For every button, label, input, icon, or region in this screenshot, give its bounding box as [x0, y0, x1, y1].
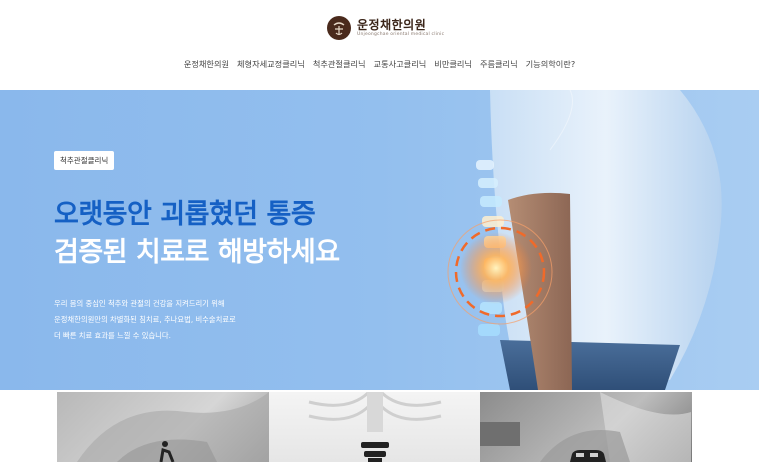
brand-logo[interactable]: 운정채한의원 Unjeongchae oriental medical clin…: [327, 16, 444, 40]
nav-item-accident[interactable]: 교통사고클리닉: [374, 58, 427, 70]
logo-mark-icon: [327, 16, 351, 40]
clinic-card[interactable]: [480, 392, 693, 462]
hero-title-line2: 검증된 치료로 해방하세요: [54, 237, 340, 268]
car-icon: [570, 450, 607, 462]
back-pain-illustration: [430, 90, 759, 390]
hero-desc-line: 더 빠른 치료 효과를 느낄 수 있습니다.: [54, 331, 171, 340]
nav-item-functional-medicine[interactable]: 기능의학이란?: [526, 58, 576, 70]
clinic-card[interactable]: [57, 392, 269, 462]
main-nav: 운정채한의원 체형자세교정클리닉 척추관절클리닉 교통사고클리닉 비만클리닉 주…: [0, 58, 759, 70]
nav-item-obesity[interactable]: 비만클리닉: [434, 58, 472, 70]
hero-description: 우리 몸의 중심인 척추와 관절의 건강을 지켜드리기 위해 운정채한의원만의 …: [54, 296, 236, 344]
nav-item-wrinkle[interactable]: 주름클리닉: [480, 58, 518, 70]
category-badge: 척추관절클리닉: [54, 151, 115, 170]
site-header: 운정채한의원 Unjeongchae oriental medical clin…: [0, 0, 759, 90]
hero-desc-line: 우리 몸의 중심인 척추와 관절의 건강을 지켜드리기 위해: [54, 299, 225, 308]
brand-subtitle: Unjeongchae oriental medical clinic: [357, 31, 445, 37]
brand-name: 운정채한의원: [357, 17, 427, 32]
nav-item-spine[interactable]: 척추관절클리닉: [313, 58, 366, 70]
hero-title-line1: 오랫동안 괴롭혔던 통증: [54, 199, 316, 230]
nav-item-clinic[interactable]: 운정채한의원: [184, 58, 229, 70]
clinic-cards: [57, 392, 693, 462]
hero-banner: 척추관절클리닉 오랫동안 괴롭혔던 통증 검증된 치료로 해방하세요 우리 몸의…: [0, 90, 759, 390]
nav-item-posture[interactable]: 체형자세교정클리닉: [237, 58, 305, 70]
hero-desc-line: 운정채한의원만의 차별화된 침치료, 추나요법, 비수술치료로: [54, 315, 236, 324]
person-pain-icon: [159, 441, 175, 462]
clinic-card[interactable]: [268, 392, 481, 462]
spine-icon: [360, 442, 389, 462]
